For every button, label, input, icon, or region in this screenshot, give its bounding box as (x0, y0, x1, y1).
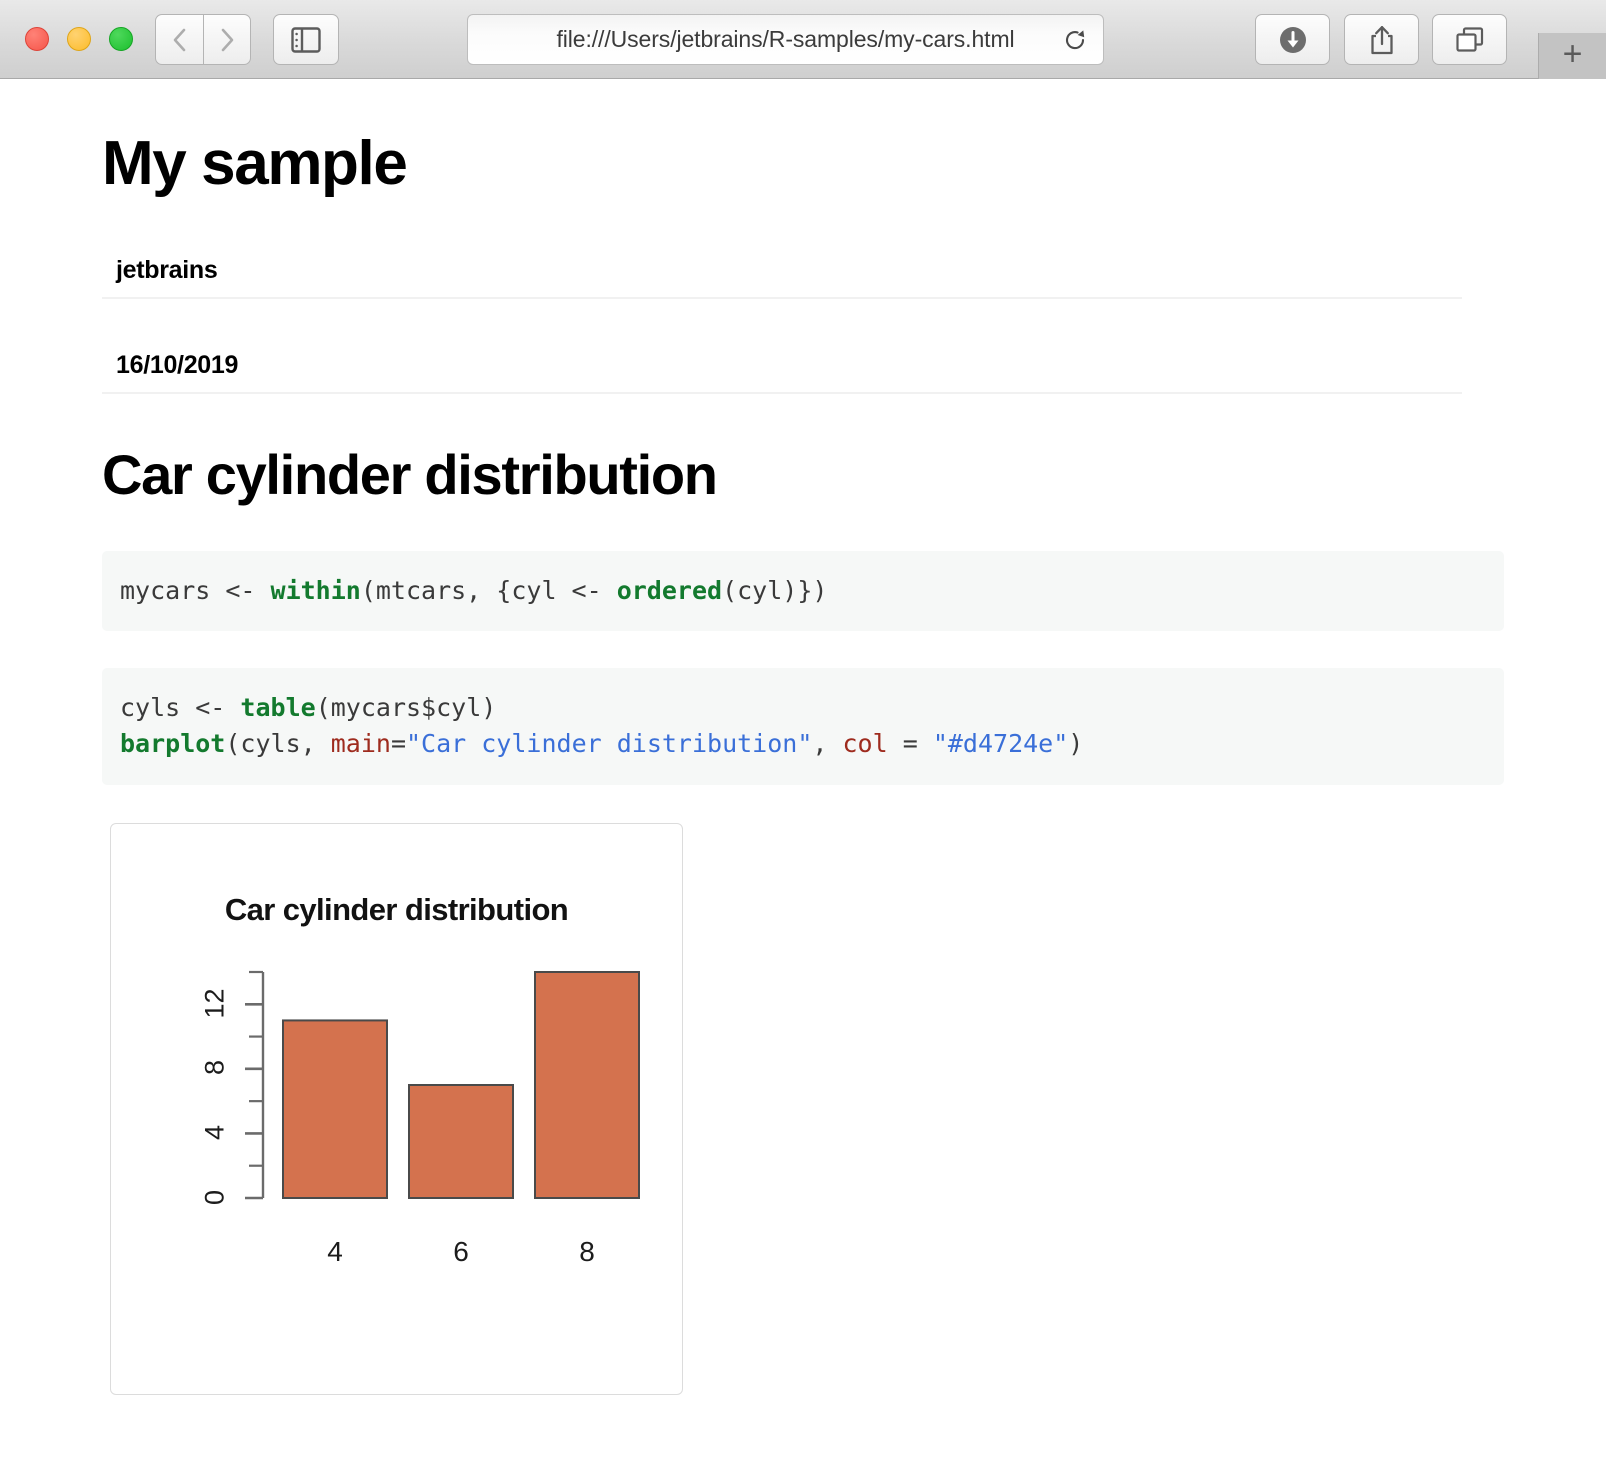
document-date: 16/10/2019 (116, 351, 238, 379)
chevron-right-icon (217, 25, 237, 55)
code-token: "Car cylinder distribution" (406, 729, 812, 758)
date-row: 16/10/2019 (102, 299, 1462, 394)
code-token: barplot (120, 729, 225, 758)
section-title: Car cylinder distribution (102, 446, 1606, 505)
x-tick-label: 4 (283, 1236, 387, 1268)
code-token: table (240, 693, 315, 722)
author-row: jetbrains (102, 196, 1462, 299)
bar (283, 1020, 387, 1198)
barplot-chart: Car cylinder distribution 0 4 8 12 4 6 8 (111, 824, 682, 1394)
document-body: My sample jetbrains 16/10/2019 Car cylin… (0, 131, 1606, 1395)
y-tick-label: 4 (200, 1113, 231, 1153)
minimize-window-button[interactable] (67, 27, 91, 51)
author-name: jetbrains (116, 256, 218, 284)
browser-toolbar: file:///Users/jetbrains/R-samples/my-car… (0, 0, 1606, 79)
code-token: ordered (617, 576, 722, 605)
window-controls (25, 27, 133, 51)
code-token: within (271, 576, 361, 605)
y-tick-label: 12 (200, 983, 231, 1023)
code-block-setup: mycars <- within(mtcars, {cyl <- ordered… (102, 551, 1504, 631)
download-icon (1277, 24, 1309, 56)
share-button[interactable] (1344, 14, 1419, 65)
chevron-left-icon (170, 25, 190, 55)
url-text: file:///Users/jetbrains/R-samples/my-car… (556, 26, 1014, 53)
code-token: = (391, 729, 406, 758)
x-tick-label: 8 (535, 1236, 639, 1268)
toggle-sidebar-button[interactable] (273, 14, 339, 65)
code-token: (cyls, (225, 729, 330, 758)
maximize-window-button[interactable] (109, 27, 133, 51)
plot-figure: Car cylinder distribution 0 4 8 12 4 6 8 (110, 823, 683, 1395)
downloads-button[interactable] (1255, 14, 1330, 65)
tab-overview-button[interactable] (1432, 14, 1507, 65)
code-token: col (843, 729, 888, 758)
code-block-plot: cyls <- table(mycars$cyl) barplot(cyls, … (102, 668, 1504, 785)
code-token: (mycars$cyl) (316, 693, 497, 722)
chart-title: Car cylinder distribution (111, 892, 682, 928)
page-content: My sample jetbrains 16/10/2019 Car cylin… (0, 131, 1606, 1464)
close-window-button[interactable] (25, 27, 49, 51)
tab-overview-icon (1455, 26, 1485, 54)
sidebar-icon (291, 27, 321, 53)
forward-button[interactable] (203, 14, 251, 65)
code-token: mycars <- (120, 576, 271, 605)
code-token: main (331, 729, 391, 758)
new-tab-button[interactable]: + (1538, 33, 1606, 79)
code-token: ) (1068, 729, 1083, 758)
back-button[interactable] (155, 14, 203, 65)
code-token: (mtcars, {cyl <- (361, 576, 617, 605)
y-tick-label: 8 (200, 1048, 231, 1088)
address-bar[interactable]: file:///Users/jetbrains/R-samples/my-car… (467, 14, 1104, 65)
code-token: , (812, 729, 842, 758)
share-icon (1369, 24, 1395, 56)
x-tick-label: 6 (409, 1236, 513, 1268)
code-token: cyls <- (120, 693, 240, 722)
page-title: My sample (102, 131, 1606, 196)
code-token: "#d4724e" (933, 729, 1068, 758)
bar (409, 1085, 513, 1198)
code-token: = (888, 729, 933, 758)
y-tick-label: 0 (200, 1177, 231, 1217)
code-token: (cyl)}) (722, 576, 827, 605)
bar (535, 972, 639, 1198)
reload-icon[interactable] (1063, 28, 1087, 52)
